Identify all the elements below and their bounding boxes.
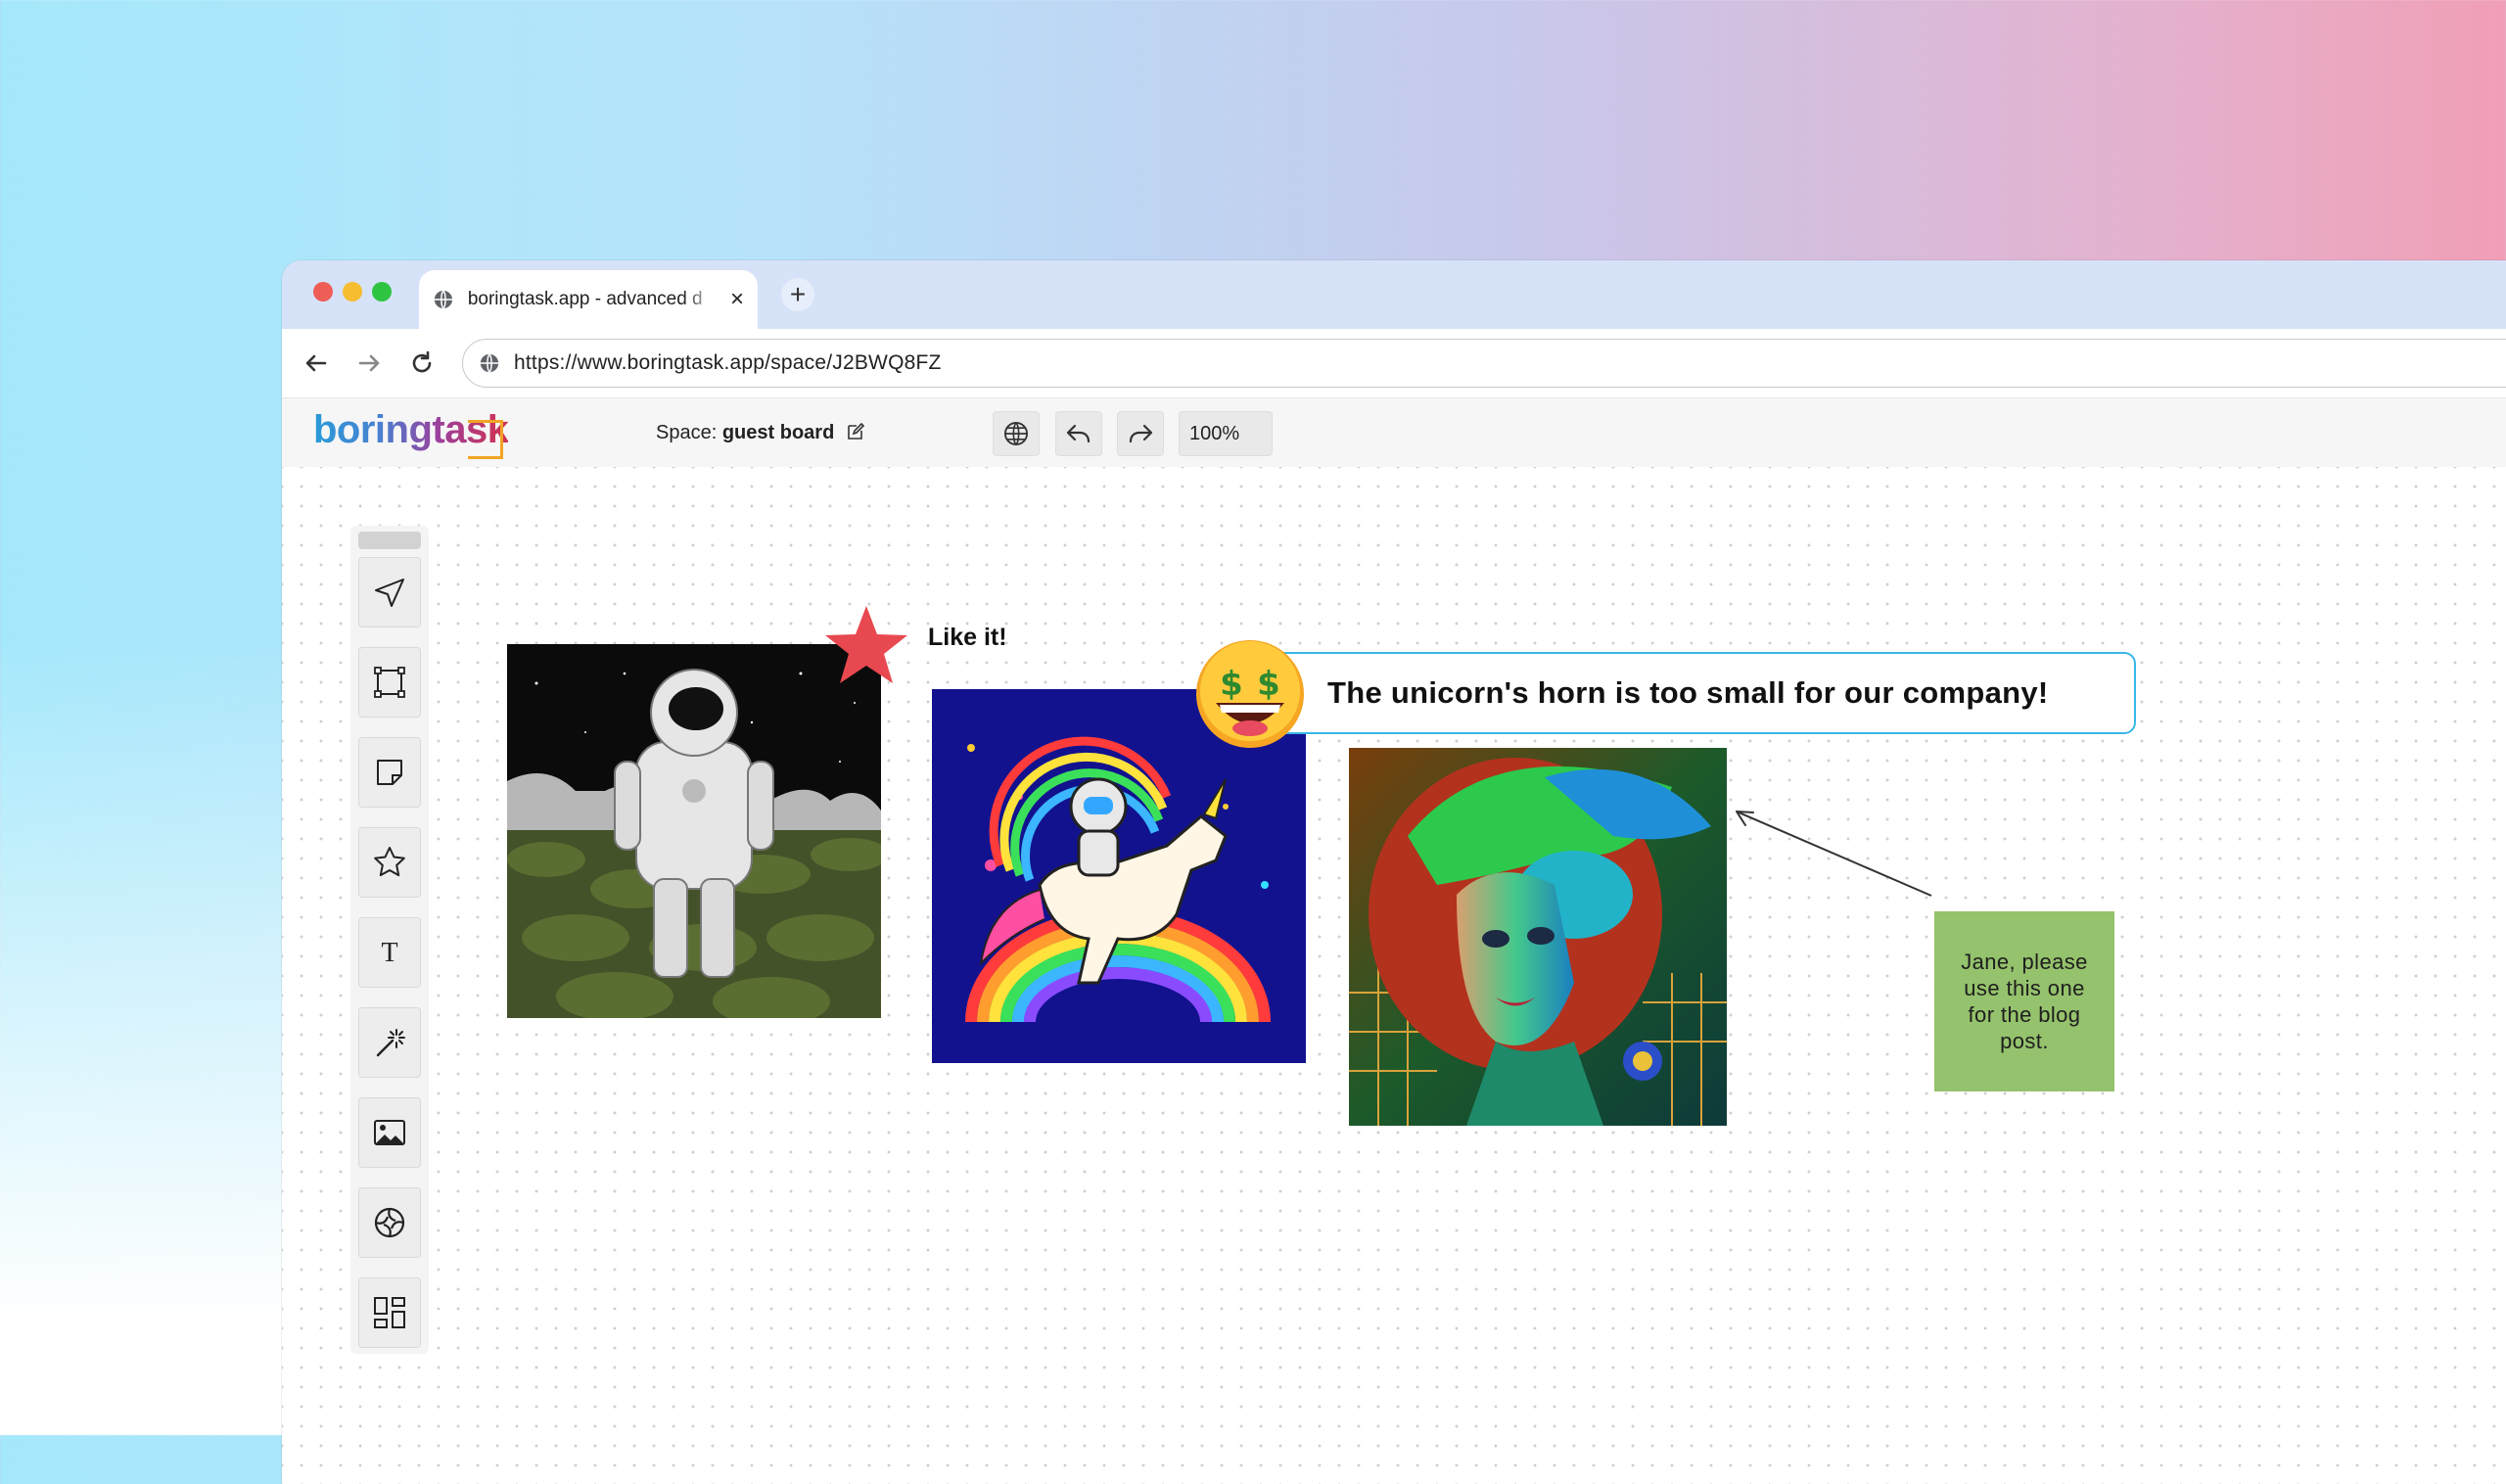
tab-bar: boringtask.app - advanced d × + xyxy=(282,260,2506,329)
annotation-arrow[interactable] xyxy=(1731,808,1936,901)
svg-text:T: T xyxy=(381,938,397,968)
tool-palette: T xyxy=(350,526,429,1354)
text-icon: T xyxy=(381,938,397,968)
undo-button[interactable] xyxy=(1055,411,1102,456)
select-tool-button[interactable] xyxy=(358,557,421,627)
layout-grid-icon xyxy=(374,1297,405,1328)
layout-tool-button[interactable] xyxy=(358,1277,421,1348)
new-tab-button[interactable]: + xyxy=(781,278,814,311)
like-label[interactable]: Like it! xyxy=(928,624,1007,652)
frame-icon xyxy=(374,667,405,698)
site-info-icon[interactable] xyxy=(479,352,500,374)
redo-button[interactable] xyxy=(1117,411,1164,456)
svg-text:$: $ xyxy=(1220,665,1243,704)
close-tab-icon[interactable]: × xyxy=(730,288,744,311)
back-icon[interactable] xyxy=(300,347,333,380)
forward-icon[interactable] xyxy=(352,347,386,380)
space-name[interactable]: guest board xyxy=(722,422,834,443)
close-window-button[interactable] xyxy=(313,282,333,301)
magic-tool-button[interactable] xyxy=(358,1007,421,1078)
app-header: boringtask Space: guest board 100% xyxy=(282,398,2506,467)
astronaut-image[interactable] xyxy=(507,644,881,1018)
globe-icon xyxy=(1003,421,1029,446)
star-tool-button[interactable] xyxy=(358,827,421,898)
address-bar-row: https://www.boringtask.app/space/J2BWQ8F… xyxy=(282,329,2506,398)
browser-window: boringtask.app - advanced d × + https://… xyxy=(282,260,2506,1484)
board-canvas[interactable]: T Like it! The unicorn's horn is too sma… xyxy=(282,467,2506,1484)
frame-tool-button[interactable] xyxy=(358,647,421,718)
sticky-note-icon xyxy=(377,760,402,785)
maximize-window-button[interactable] xyxy=(372,282,392,301)
star-icon xyxy=(374,847,405,877)
image-icon xyxy=(374,1120,405,1145)
zoom-level[interactable]: 100% xyxy=(1179,411,1273,456)
tab-title: boringtask.app - advanced d xyxy=(467,289,703,309)
globe-icon xyxy=(434,290,453,309)
browser-tab[interactable]: boringtask.app - advanced d × xyxy=(419,270,758,329)
space-label: Space: xyxy=(656,422,718,443)
sticky-note[interactable]: Jane, please use this one for the blog p… xyxy=(1934,911,2114,1091)
magic-wand-icon xyxy=(376,1029,405,1057)
logo-bracket xyxy=(468,420,503,459)
share-button[interactable] xyxy=(993,411,1040,456)
comment-bubble[interactable]: The unicorn's horn is too small for our … xyxy=(1263,652,2136,734)
money-face-emoji-icon[interactable]: $ $ xyxy=(1194,638,1306,750)
edit-icon[interactable] xyxy=(846,422,865,441)
space-title: Space: guest board xyxy=(656,422,865,444)
drag-handle[interactable] xyxy=(358,532,421,549)
image-tool-button[interactable] xyxy=(358,1097,421,1168)
peacock-portrait-image[interactable] xyxy=(1349,748,1727,1126)
sticky-note-tool-button[interactable] xyxy=(358,737,421,808)
svg-text:$: $ xyxy=(1257,665,1280,704)
url-field[interactable]: https://www.boringtask.app/space/J2BWQ8F… xyxy=(462,339,2506,388)
send-arrow-icon xyxy=(375,579,404,607)
redo-icon xyxy=(1129,424,1153,443)
url-text: https://www.boringtask.app/space/J2BWQ8F… xyxy=(514,351,942,374)
aperture-icon xyxy=(374,1207,405,1238)
star-sticker[interactable] xyxy=(822,604,910,688)
reload-icon[interactable] xyxy=(405,347,439,380)
ai-tool-button[interactable] xyxy=(358,1187,421,1258)
undo-icon xyxy=(1066,424,1091,443)
text-tool-button[interactable]: T xyxy=(358,917,421,988)
minimize-window-button[interactable] xyxy=(343,282,362,301)
